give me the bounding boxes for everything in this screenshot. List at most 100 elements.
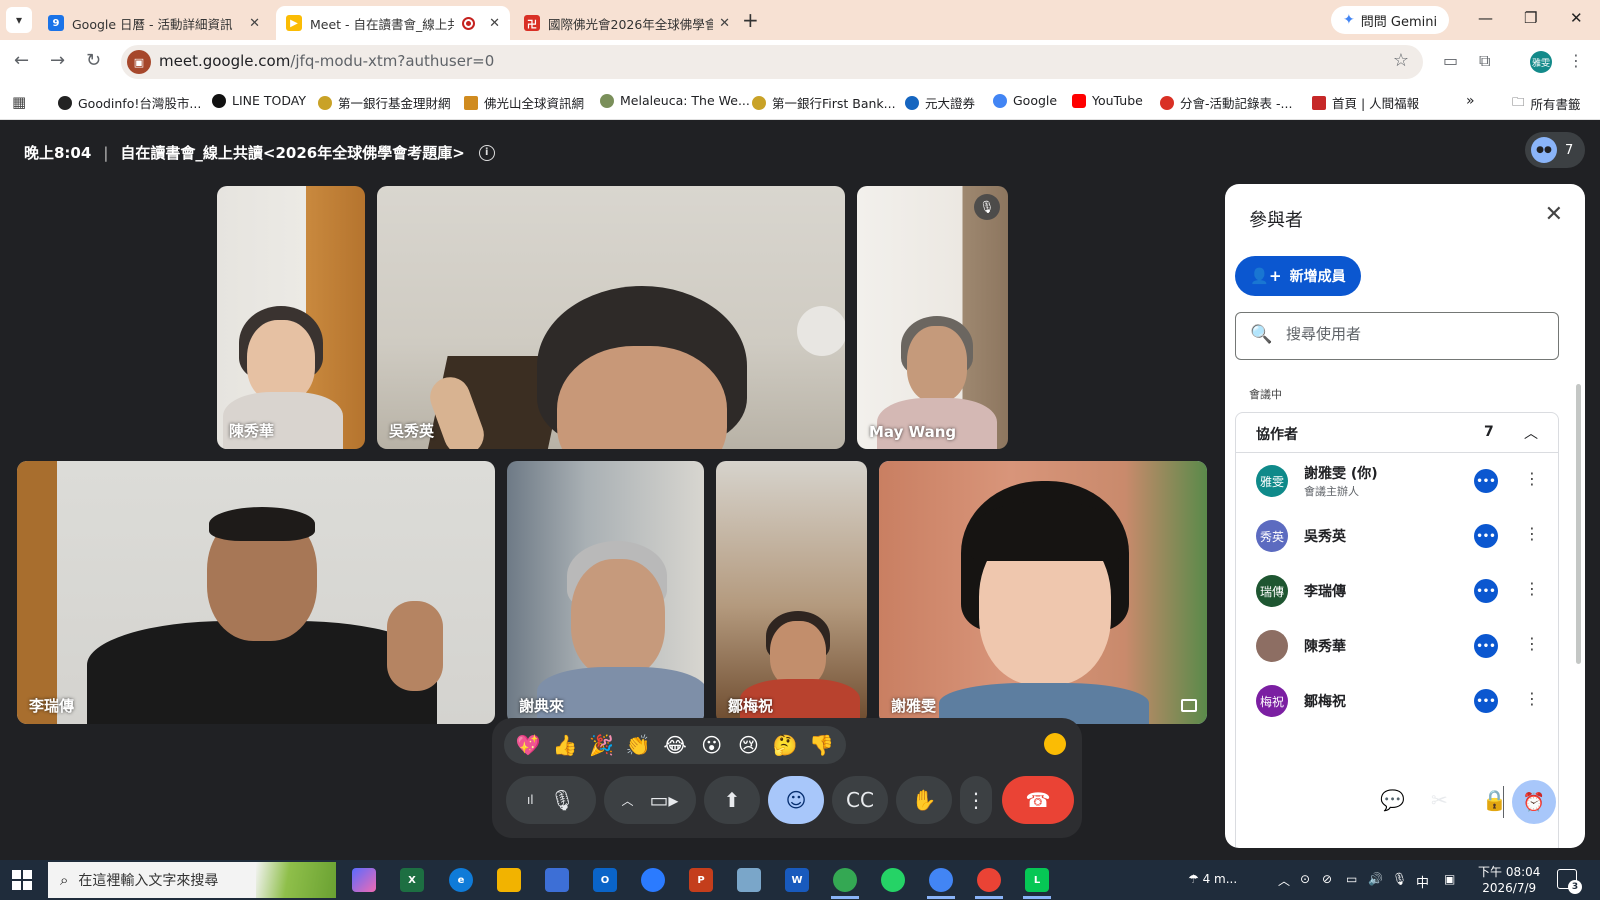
reaction-emoji[interactable]: 👎 xyxy=(803,728,840,762)
outlook-icon[interactable]: O xyxy=(593,868,617,892)
reaction-emoji[interactable]: 🎉 xyxy=(583,728,620,762)
raise-hand-button[interactable]: ✋ xyxy=(896,776,952,824)
mic-tray-icon[interactable]: 🎙 xyxy=(1392,872,1407,886)
chat-icon[interactable]: 💬 xyxy=(1380,788,1405,812)
meet-tray-icon[interactable]: ⊙ xyxy=(1300,872,1310,886)
reaction-emoji[interactable]: 👏 xyxy=(620,728,657,762)
reaction-emoji[interactable]: 💖 xyxy=(510,728,547,762)
ime-mode-icon[interactable]: ▣ xyxy=(1444,872,1455,886)
ime-indicator[interactable]: 中 xyxy=(1416,872,1429,891)
address-bar[interactable]: ▣ meet.google.com/jfq-modu-xtm?authuser=… xyxy=(121,45,1423,79)
participant-row[interactable]: 陳秀華 ••• ⋮ xyxy=(1236,618,1558,673)
participants-chip[interactable]: ●● 7 xyxy=(1525,132,1585,168)
captions-button[interactable]: CC xyxy=(832,776,888,824)
excel-icon[interactable]: X xyxy=(400,868,424,892)
info-icon[interactable]: i xyxy=(478,144,495,161)
reaction-emoji[interactable]: 😮 xyxy=(693,728,730,762)
close-icon[interactable]: ✕ xyxy=(719,16,730,31)
bookmark-firstbank-fund[interactable]: 第一銀行基金理財網 xyxy=(318,93,451,112)
reactions-button[interactable]: ☺ xyxy=(768,776,824,824)
chrome-icon[interactable] xyxy=(831,868,859,899)
line-icon[interactable]: L xyxy=(1023,868,1051,899)
bookmark-youtube[interactable]: YouTube xyxy=(1072,93,1143,108)
powerpoint-icon[interactable]: P xyxy=(689,868,713,892)
bookmark-fgs[interactable]: 佛光山全球資訊網 xyxy=(464,93,584,112)
bookmark-google[interactable]: Google xyxy=(993,93,1057,108)
tab-buddhism-exam[interactable]: 卍 國際佛光會2026年全球佛學會考 ✕ xyxy=(514,6,740,40)
more-vert-icon[interactable]: ⋮ xyxy=(1524,469,1540,488)
more-vert-icon[interactable]: ⋮ xyxy=(1524,579,1540,598)
bookmark-merit-times[interactable]: 首頁 | 人間福報 xyxy=(1312,93,1419,112)
participant-row[interactable]: 雅雯 謝雅雯 (你) 會議主辦人 ••• ⋮ xyxy=(1236,453,1558,508)
file-explorer-icon[interactable] xyxy=(497,868,521,892)
reading-mode-icon[interactable]: ▭ xyxy=(1443,51,1458,70)
network-icon[interactable]: ▭ xyxy=(1346,872,1357,886)
emoji-skin-tone-icon[interactable] xyxy=(1044,733,1066,755)
video-tile-self[interactable]: 謝雅雯 xyxy=(879,461,1207,724)
tab-google-calendar[interactable]: 9 Google 日曆 - 活動詳細資訊 ✕ xyxy=(38,6,270,40)
word-icon[interactable]: W xyxy=(785,868,809,892)
app-icon[interactable] xyxy=(737,868,761,892)
messenger-icon[interactable] xyxy=(641,868,665,892)
reaction-emoji[interactable]: 😂 xyxy=(657,728,694,762)
add-people-button[interactable]: 👤+ 新增成員 xyxy=(1235,256,1361,296)
edge-icon[interactable]: e xyxy=(449,868,473,892)
more-options-button[interactable]: ⋮ xyxy=(960,776,992,824)
more-vert-icon[interactable]: ⋮ xyxy=(1524,689,1540,708)
participant-actions-icon[interactable]: ••• xyxy=(1474,524,1498,548)
menu-icon[interactable]: ⋮ xyxy=(1568,51,1584,70)
video-tile[interactable]: 陳秀華 xyxy=(217,186,365,449)
video-tile[interactable]: 吳秀英 xyxy=(377,186,845,449)
url-text[interactable]: meet.google.com/jfq-modu-xtm?authuser=0 xyxy=(159,52,494,70)
present-screen-button[interactable]: ⬆ xyxy=(704,776,760,824)
tray-overflow-icon[interactable]: ︿ xyxy=(1278,872,1290,889)
bookmark-goodinfo[interactable]: Goodinfo!台灣股市... xyxy=(58,93,201,112)
participant-row[interactable]: 梅祝 鄒梅祝 ••• ⋮ xyxy=(1236,673,1558,728)
whatsapp-icon[interactable] xyxy=(881,868,905,892)
notification-center-icon[interactable]: 3 xyxy=(1557,869,1582,894)
more-bookmarks-icon[interactable]: » xyxy=(1466,93,1475,109)
store-icon[interactable] xyxy=(545,868,569,892)
reload-icon[interactable]: ↻ xyxy=(86,50,101,71)
search-people-input[interactable] xyxy=(1286,325,1546,343)
bookmark-yuanta[interactable]: 元大證券 xyxy=(905,93,975,112)
close-icon[interactable]: ✕ xyxy=(249,16,260,31)
copilot-icon[interactable] xyxy=(352,868,376,892)
participant-row[interactable]: 瑞傳 李瑞傳 ••• ⋮ xyxy=(1236,563,1558,618)
apps-grid-icon[interactable]: ▦ xyxy=(12,93,26,111)
camera-button[interactable]: ︿ ▭▸ xyxy=(604,776,696,824)
tab-meet[interactable]: ▶ Meet - 自在讀書會_線上共讀 ✕ xyxy=(276,6,510,40)
notifications-off-icon[interactable]: ⊘ xyxy=(1322,872,1332,886)
search-people-field[interactable]: 🔍 xyxy=(1235,312,1559,360)
reaction-emoji[interactable]: 😢 xyxy=(730,728,767,762)
profile-avatar[interactable]: 雅雯 xyxy=(1530,51,1552,73)
bookmark-line-today[interactable]: LINE TODAY xyxy=(212,93,306,108)
chrome-profile-icon[interactable] xyxy=(927,868,955,899)
close-panel-icon[interactable]: ✕ xyxy=(1545,202,1563,227)
pip-icon[interactable] xyxy=(1181,699,1197,712)
tab-search-button[interactable]: ▾ xyxy=(6,7,32,33)
forward-icon[interactable]: → xyxy=(50,50,65,71)
chrome-profile-2-icon[interactable] xyxy=(975,868,1003,899)
participant-actions-icon[interactable]: ••• xyxy=(1474,469,1498,493)
bookmark-activity-log[interactable]: 分會-活動記錄表 -... xyxy=(1160,93,1292,112)
more-vert-icon[interactable]: ⋮ xyxy=(1524,634,1540,653)
leave-call-button[interactable]: ☎ xyxy=(1002,776,1074,824)
participant-actions-icon[interactable]: ••• xyxy=(1474,689,1498,713)
activities-icon[interactable]: ✂ xyxy=(1431,788,1448,812)
site-info-icon[interactable]: ▣ xyxy=(127,50,151,74)
volume-icon[interactable]: 🔊 xyxy=(1368,872,1383,886)
all-bookmarks[interactable]: 🗀 所有書籤 xyxy=(1512,93,1581,114)
microphone-button[interactable]: ıl 🎙 xyxy=(506,776,596,824)
minimize-icon[interactable]: — xyxy=(1478,9,1493,27)
window-close-icon[interactable]: ✕ xyxy=(1570,9,1583,27)
panel-scrollbar[interactable] xyxy=(1576,384,1581,664)
close-icon[interactable]: ✕ xyxy=(489,16,500,31)
windows-start-icon[interactable] xyxy=(12,870,32,890)
system-clock[interactable]: 下午 08:04 2026/7/9 xyxy=(1478,864,1540,896)
reaction-emoji[interactable]: 🤔 xyxy=(767,728,804,762)
back-icon[interactable]: ← xyxy=(14,50,29,71)
extensions-icon[interactable]: ⧉ xyxy=(1479,51,1490,71)
contributors-header[interactable]: 協作者 7 ︿ xyxy=(1236,413,1558,453)
video-tile[interactable]: 🎙 May Wang xyxy=(857,186,1008,449)
